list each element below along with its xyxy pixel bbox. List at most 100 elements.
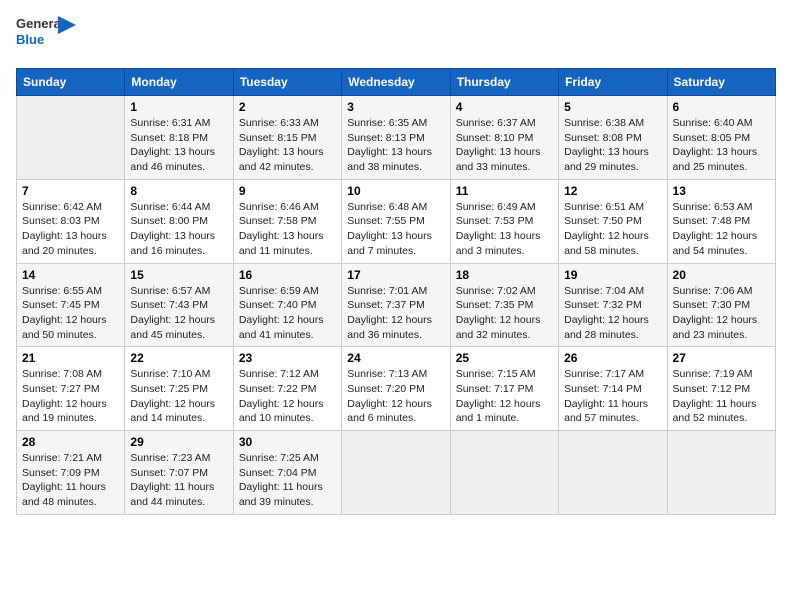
day-number: 29	[130, 435, 227, 449]
week-row-5: 28Sunrise: 7:21 AMSunset: 7:09 PMDayligh…	[17, 431, 776, 515]
calendar-table: SundayMondayTuesdayWednesdayThursdayFrid…	[16, 68, 776, 515]
day-info: Sunrise: 6:31 AMSunset: 8:18 PMDaylight:…	[130, 116, 227, 175]
day-number: 13	[673, 184, 770, 198]
day-info: Sunrise: 6:38 AMSunset: 8:08 PMDaylight:…	[564, 116, 661, 175]
day-cell: 27 Sunrise: 7:19 AMSunset: 7:12 PMDayligh…	[667, 347, 775, 431]
day-info: Sunrise: 7:13 AMSunset: 7:20 PMDaylight:…	[347, 367, 444, 426]
day-info: Sunrise: 7:02 AMSunset: 7:35 PMDaylight:…	[456, 284, 553, 343]
day-cell: 12Sunrise: 6:51 AMSunset: 7:50 PMDayligh…	[559, 179, 667, 263]
day-cell: 30 Sunrise: 7:25 AMSunset: 7:04 PMDayligh…	[233, 431, 341, 515]
day-number: 11	[456, 184, 553, 198]
day-number: 22	[130, 351, 227, 365]
day-cell: 26 Sunrise: 7:17 AMSunset: 7:14 PMDayligh…	[559, 347, 667, 431]
day-cell: 15 Sunrise: 6:57 AMSunset: 7:43 PMDayligh…	[125, 263, 233, 347]
day-info: Sunrise: 7:25 AMSunset: 7:04 PMDaylight:…	[239, 451, 336, 510]
day-cell: 17Sunrise: 7:01 AMSunset: 7:37 PMDayligh…	[342, 263, 450, 347]
day-cell: 22 Sunrise: 7:10 AMSunset: 7:25 PMDayligh…	[125, 347, 233, 431]
header-tuesday: Tuesday	[233, 69, 341, 96]
day-cell	[559, 431, 667, 515]
day-number: 5	[564, 100, 661, 114]
day-cell: 19 Sunrise: 7:04 AMSunset: 7:32 PMDayligh…	[559, 263, 667, 347]
day-cell: 11 Sunrise: 6:49 AMSunset: 7:53 PMDayligh…	[450, 179, 558, 263]
day-number: 12	[564, 184, 661, 198]
week-row-3: 14 Sunrise: 6:55 AMSunset: 7:45 PMDayligh…	[17, 263, 776, 347]
day-cell: 16 Sunrise: 6:59 AMSunset: 7:40 PMDayligh…	[233, 263, 341, 347]
day-cell	[450, 431, 558, 515]
header-saturday: Saturday	[667, 69, 775, 96]
day-number: 15	[130, 268, 227, 282]
header-thursday: Thursday	[450, 69, 558, 96]
day-info: Sunrise: 7:15 AMSunset: 7:17 PMDaylight:…	[456, 367, 553, 426]
day-cell: 6Sunrise: 6:40 AMSunset: 8:05 PMDaylight…	[667, 96, 775, 180]
day-cell: 1 Sunrise: 6:31 AMSunset: 8:18 PMDaylight…	[125, 96, 233, 180]
day-number: 19	[564, 268, 661, 282]
day-number: 16	[239, 268, 336, 282]
day-number: 1	[130, 100, 227, 114]
header-sunday: Sunday	[17, 69, 125, 96]
day-cell: 5 Sunrise: 6:38 AMSunset: 8:08 PMDaylight…	[559, 96, 667, 180]
day-info: Sunrise: 7:23 AMSunset: 7:07 PMDaylight:…	[130, 451, 227, 510]
day-number: 10	[347, 184, 444, 198]
day-cell: 13 Sunrise: 6:53 AMSunset: 7:48 PMDayligh…	[667, 179, 775, 263]
calendar-header-row: SundayMondayTuesdayWednesdayThursdayFrid…	[17, 69, 776, 96]
day-info: Sunrise: 7:06 AMSunset: 7:30 PMDaylight:…	[673, 284, 770, 343]
day-number: 3	[347, 100, 444, 114]
day-number: 17	[347, 268, 444, 282]
day-cell: 14 Sunrise: 6:55 AMSunset: 7:45 PMDayligh…	[17, 263, 125, 347]
day-cell: 3 Sunrise: 6:35 AMSunset: 8:13 PMDaylight…	[342, 96, 450, 180]
day-info: Sunrise: 6:55 AMSunset: 7:45 PMDaylight:…	[22, 284, 119, 343]
day-info: Sunrise: 7:10 AMSunset: 7:25 PMDaylight:…	[130, 367, 227, 426]
day-info: Sunrise: 7:17 AMSunset: 7:14 PMDaylight:…	[564, 367, 661, 426]
day-number: 18	[456, 268, 553, 282]
day-number: 21	[22, 351, 119, 365]
day-info: Sunrise: 7:04 AMSunset: 7:32 PMDaylight:…	[564, 284, 661, 343]
day-number: 26	[564, 351, 661, 365]
day-number: 9	[239, 184, 336, 198]
day-number: 20	[673, 268, 770, 282]
day-cell: 29 Sunrise: 7:23 AMSunset: 7:07 PMDayligh…	[125, 431, 233, 515]
day-number: 23	[239, 351, 336, 365]
day-number: 30	[239, 435, 336, 449]
week-row-4: 21Sunrise: 7:08 AMSunset: 7:27 PMDayligh…	[17, 347, 776, 431]
day-cell	[342, 431, 450, 515]
week-row-2: 7 Sunrise: 6:42 AMSunset: 8:03 PMDaylight…	[17, 179, 776, 263]
day-cell: 10 Sunrise: 6:48 AMSunset: 7:55 PMDayligh…	[342, 179, 450, 263]
header-friday: Friday	[559, 69, 667, 96]
day-cell: 21Sunrise: 7:08 AMSunset: 7:27 PMDayligh…	[17, 347, 125, 431]
day-cell: 2Sunrise: 6:33 AMSunset: 8:15 PMDaylight…	[233, 96, 341, 180]
day-info: Sunrise: 6:49 AMSunset: 7:53 PMDaylight:…	[456, 200, 553, 259]
day-info: Sunrise: 7:21 AMSunset: 7:09 PMDaylight:…	[22, 451, 119, 510]
day-number: 7	[22, 184, 119, 198]
day-number: 24	[347, 351, 444, 365]
day-cell: 20 Sunrise: 7:06 AMSunset: 7:30 PMDayligh…	[667, 263, 775, 347]
header-monday: Monday	[125, 69, 233, 96]
day-info: Sunrise: 6:35 AMSunset: 8:13 PMDaylight:…	[347, 116, 444, 175]
day-info: Sunrise: 6:46 AMSunset: 7:58 PMDaylight:…	[239, 200, 336, 259]
day-number: 4	[456, 100, 553, 114]
day-number: 27	[673, 351, 770, 365]
day-number: 25	[456, 351, 553, 365]
day-cell: 25 Sunrise: 7:15 AMSunset: 7:17 PMDayligh…	[450, 347, 558, 431]
day-cell: 24 Sunrise: 7:13 AMSunset: 7:20 PMDayligh…	[342, 347, 450, 431]
day-number: 14	[22, 268, 119, 282]
logo: General Blue	[16, 16, 68, 60]
logo-arrow-icon	[58, 16, 76, 34]
week-row-1: 1 Sunrise: 6:31 AMSunset: 8:18 PMDaylight…	[17, 96, 776, 180]
day-info: Sunrise: 6:57 AMSunset: 7:43 PMDaylight:…	[130, 284, 227, 343]
day-cell: 8Sunrise: 6:44 AMSunset: 8:00 PMDaylight…	[125, 179, 233, 263]
header-wednesday: Wednesday	[342, 69, 450, 96]
day-cell: 28Sunrise: 7:21 AMSunset: 7:09 PMDayligh…	[17, 431, 125, 515]
day-info: Sunrise: 6:53 AMSunset: 7:48 PMDaylight:…	[673, 200, 770, 259]
day-cell: 7 Sunrise: 6:42 AMSunset: 8:03 PMDaylight…	[17, 179, 125, 263]
day-info: Sunrise: 6:59 AMSunset: 7:40 PMDaylight:…	[239, 284, 336, 343]
day-info: Sunrise: 7:12 AMSunset: 7:22 PMDaylight:…	[239, 367, 336, 426]
day-number: 6	[673, 100, 770, 114]
page-header: General Blue	[16, 16, 776, 60]
day-info: Sunrise: 6:44 AMSunset: 8:00 PMDaylight:…	[130, 200, 227, 259]
day-info: Sunrise: 6:42 AMSunset: 8:03 PMDaylight:…	[22, 200, 119, 259]
day-cell: 4Sunrise: 6:37 AMSunset: 8:10 PMDaylight…	[450, 96, 558, 180]
day-info: Sunrise: 7:19 AMSunset: 7:12 PMDaylight:…	[673, 367, 770, 426]
day-cell	[17, 96, 125, 180]
day-info: Sunrise: 6:48 AMSunset: 7:55 PMDaylight:…	[347, 200, 444, 259]
day-info: Sunrise: 6:33 AMSunset: 8:15 PMDaylight:…	[239, 116, 336, 175]
